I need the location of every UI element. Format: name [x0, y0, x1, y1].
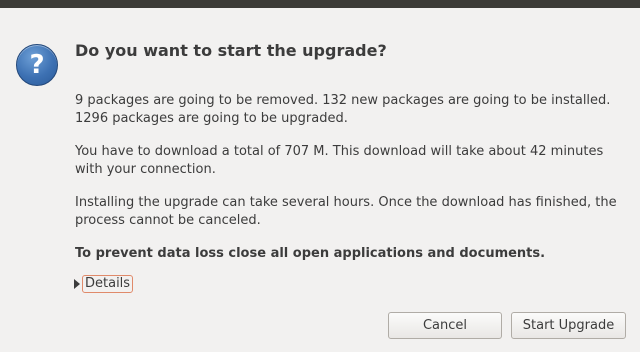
packages-summary: 9 packages are going to be removed. 132 …	[75, 93, 611, 126]
upgrade-dialog: ? Do you want to start the upgrade? 9 pa…	[0, 0, 640, 352]
details-expander[interactable]: Details	[74, 274, 134, 294]
details-label[interactable]: Details	[82, 275, 134, 293]
cancel-button[interactable]: Cancel	[388, 312, 502, 339]
duration-warning: Installing the upgrade can take several …	[75, 195, 617, 228]
expander-arrow-icon[interactable]	[74, 279, 80, 289]
question-glyph: ?	[29, 50, 45, 80]
download-summary: You have to download a total of 707 M. T…	[75, 144, 604, 177]
window-top-edge	[0, 0, 640, 8]
start-upgrade-button[interactable]: Start Upgrade	[511, 312, 626, 339]
question-icon: ?	[16, 44, 58, 86]
dialog-title: Do you want to start the upgrade?	[75, 41, 387, 60]
data-loss-warning: To prevent data loss close all open appl…	[75, 246, 546, 261]
